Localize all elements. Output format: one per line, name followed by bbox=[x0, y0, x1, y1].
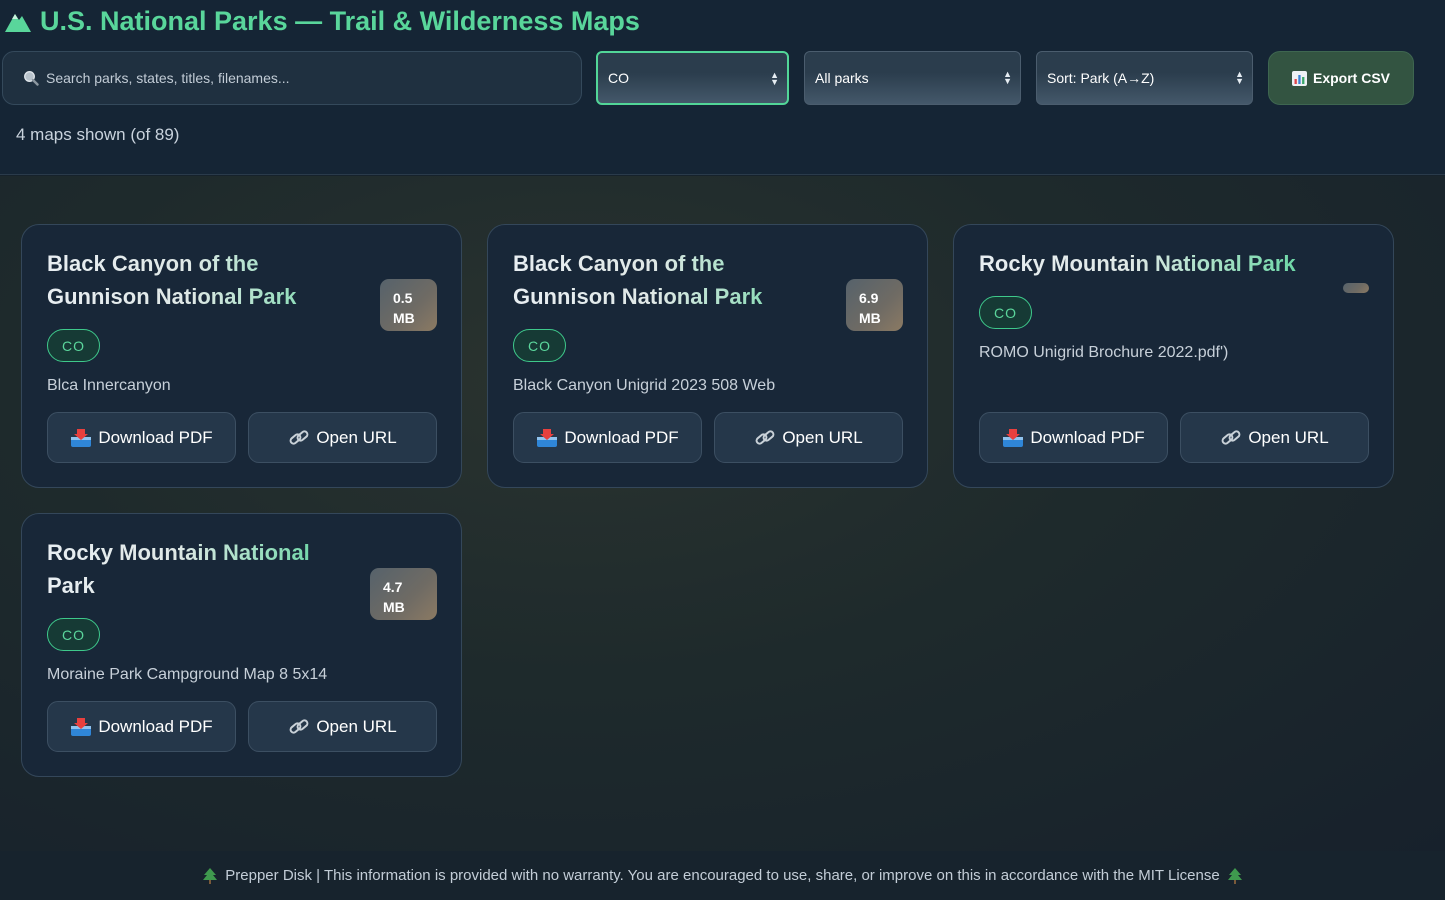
state-badge: CO bbox=[47, 618, 100, 651]
inbox-tray-icon bbox=[71, 428, 92, 447]
park-name: Rocky Mountain National Park bbox=[47, 536, 337, 602]
evergreen-tree-icon bbox=[203, 867, 218, 884]
download-label: Download PDF bbox=[98, 716, 213, 736]
open-url-label: Open URL bbox=[316, 716, 397, 736]
map-filename: ROMO Unigrid Brochure 2022.pdf') bbox=[979, 344, 1229, 361]
state-filter-select[interactable]: CO ▲ ▼ bbox=[596, 51, 789, 105]
state-badge: CO bbox=[513, 329, 566, 362]
map-card: Black Canyon of the Gunnison National Pa… bbox=[487, 224, 928, 488]
state-filter-value: CO bbox=[608, 70, 629, 86]
header: U.S. National Parks — Trail & Wilderness… bbox=[0, 0, 1445, 175]
results-area: Black Canyon of the Gunnison National Pa… bbox=[0, 176, 1445, 851]
sort-select[interactable]: Sort: Park (A→Z) ▲ ▼ bbox=[1036, 51, 1253, 105]
footer-text: Prepper Disk | This information is provi… bbox=[225, 867, 1220, 884]
map-card: Rocky Mountain National Park CO ROMO Uni… bbox=[953, 224, 1394, 488]
evergreen-tree-icon bbox=[1227, 867, 1242, 884]
results-count: 4 maps shown (of 89) bbox=[16, 125, 180, 144]
park-filter-value: All parks bbox=[815, 70, 869, 86]
inbox-tray-icon bbox=[537, 428, 558, 447]
file-size-badge: 6.9 MB bbox=[846, 279, 903, 331]
page-title-text: U.S. National Parks — Trail & Wilderness… bbox=[40, 5, 640, 36]
link-icon bbox=[289, 429, 309, 445]
search-icon bbox=[24, 71, 39, 86]
chevron-updown-icon: ▲ ▼ bbox=[770, 70, 779, 87]
download-label: Download PDF bbox=[564, 427, 679, 447]
export-label: Export CSV bbox=[1312, 70, 1390, 86]
open-url-button[interactable]: Open URL bbox=[248, 701, 437, 752]
map-card: Rocky Mountain National Park 4.7 MB CO M… bbox=[21, 513, 462, 777]
sort-value: Sort: Park (A→Z) bbox=[1047, 70, 1155, 86]
download-pdf-button[interactable]: Download PDF bbox=[979, 412, 1168, 463]
bar-chart-icon bbox=[1291, 70, 1307, 86]
chevron-updown-icon: ▲ ▼ bbox=[1235, 69, 1244, 86]
file-size-value: 0.5 bbox=[393, 290, 413, 306]
map-filename: Blca Innercanyon bbox=[47, 377, 171, 394]
state-badge: CO bbox=[47, 329, 100, 362]
open-url-button[interactable]: Open URL bbox=[1180, 412, 1369, 463]
file-size-unit: MB bbox=[383, 599, 405, 615]
inbox-tray-icon bbox=[1003, 428, 1024, 447]
link-icon bbox=[289, 718, 309, 734]
download-label: Download PDF bbox=[98, 427, 213, 447]
download-pdf-button[interactable]: Download PDF bbox=[47, 701, 236, 752]
file-size-badge: 4.7 MB bbox=[370, 568, 437, 620]
park-name: Rocky Mountain National Park bbox=[979, 247, 1319, 280]
park-name: Black Canyon of the Gunnison National Pa… bbox=[513, 247, 833, 313]
open-url-label: Open URL bbox=[1248, 427, 1329, 447]
export-csv-button[interactable]: Export CSV bbox=[1268, 51, 1414, 105]
file-size-badge: 0.5 MB bbox=[380, 279, 437, 331]
footer: Prepper Disk | This information is provi… bbox=[0, 851, 1445, 900]
mountain-icon bbox=[5, 14, 31, 32]
link-icon bbox=[755, 429, 775, 445]
open-url-button[interactable]: Open URL bbox=[248, 412, 437, 463]
chevron-updown-icon: ▲ ▼ bbox=[1003, 69, 1012, 86]
page-title: U.S. National Parks — Trail & Wilderness… bbox=[4, 4, 640, 38]
map-filename: Black Canyon Unigrid 2023 508 Web bbox=[513, 377, 776, 394]
park-filter-select[interactable]: All parks ▲ ▼ bbox=[804, 51, 1021, 105]
file-size-badge bbox=[1343, 283, 1369, 293]
link-icon bbox=[1221, 429, 1241, 445]
park-name: Black Canyon of the Gunnison National Pa… bbox=[47, 247, 367, 313]
open-url-label: Open URL bbox=[782, 427, 863, 447]
download-pdf-button[interactable]: Download PDF bbox=[47, 412, 236, 463]
download-pdf-button[interactable]: Download PDF bbox=[513, 412, 702, 463]
map-filename: Moraine Park Campground Map 8 5x14 bbox=[47, 666, 328, 683]
map-card: Black Canyon of the Gunnison National Pa… bbox=[21, 224, 462, 488]
download-label: Download PDF bbox=[1030, 427, 1145, 447]
file-size-unit: MB bbox=[859, 310, 881, 326]
search-input[interactable]: Search parks, states, titles, filenames.… bbox=[2, 51, 582, 105]
inbox-tray-icon bbox=[71, 717, 92, 736]
open-url-button[interactable]: Open URL bbox=[714, 412, 903, 463]
state-badge: CO bbox=[979, 296, 1032, 329]
file-size-value: 4.7 bbox=[383, 579, 403, 595]
file-size-unit: MB bbox=[393, 310, 415, 326]
search-placeholder: Search parks, states, titles, filenames.… bbox=[46, 70, 290, 86]
open-url-label: Open URL bbox=[316, 427, 397, 447]
file-size-value: 6.9 bbox=[859, 290, 879, 306]
